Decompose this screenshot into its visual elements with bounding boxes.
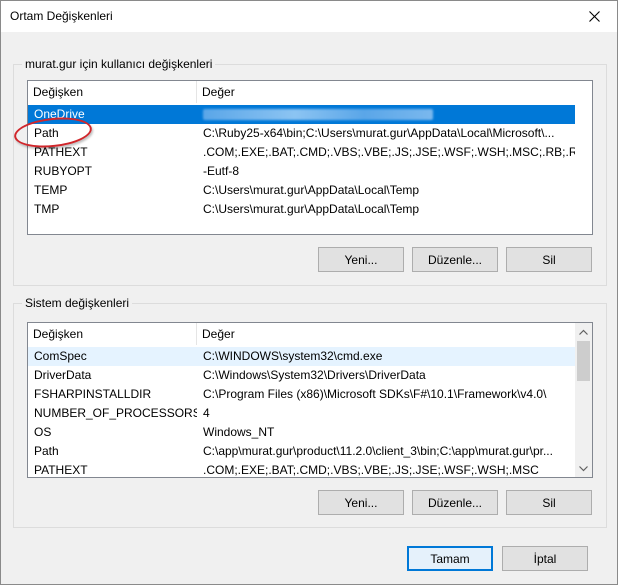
list-item-fsharpinstalldir[interactable]: FSHARPINSTALLDIR C:\Program Files (x86)\… — [28, 385, 575, 404]
scroll-thumb[interactable] — [577, 341, 590, 381]
column-header-value[interactable]: Değer — [197, 81, 592, 103]
variable-value: .COM;.EXE;.BAT;.CMD;.VBS;.VBE;.JS;.JSE;.… — [203, 145, 575, 159]
list-item-path[interactable]: Path C:\Ruby25-x64\bin;C:\Users\murat.gu… — [28, 124, 575, 143]
variable-value: C:\Windows\System32\Drivers\DriverData — [203, 368, 426, 382]
close-icon — [588, 11, 600, 22]
list-item-tmp[interactable]: TMP C:\Users\murat.gur\AppData\Local\Tem… — [28, 200, 575, 219]
variable-value: .COM;.EXE;.BAT;.CMD;.VBS;.VBE;.JS;.JSE;.… — [203, 463, 539, 477]
scroll-up-button[interactable] — [575, 323, 592, 340]
variable-value: 4 — [203, 406, 210, 420]
system-edit-button[interactable]: Düzenle... — [412, 490, 498, 515]
list-item-path[interactable]: Path C:\app\murat.gur\product\11.2.0\cli… — [28, 442, 575, 461]
variable-name: RUBYOPT — [34, 164, 93, 178]
user-variables-list[interactable]: Değişken Değer OneDrive Path C:\Ruby25-x… — [27, 80, 593, 235]
variable-value: C:\app\murat.gur\product\11.2.0\client_3… — [203, 444, 553, 458]
variable-value: C:\Users\murat.gur\AppData\Local\Temp — [203, 183, 420, 197]
user-edit-button[interactable]: Düzenle... — [412, 247, 498, 272]
system-new-button[interactable]: Yeni... — [318, 490, 404, 515]
vertical-scrollbar[interactable] — [575, 323, 592, 477]
window-title: Ortam Değişkenleri — [10, 9, 113, 23]
list-item-driverdata[interactable]: DriverData C:\Windows\System32\Drivers\D… — [28, 366, 575, 385]
variable-name: TEMP — [34, 183, 68, 197]
column-header-variable[interactable]: Değişken — [28, 81, 197, 103]
variable-value: -Eutf-8 — [203, 164, 240, 178]
list-item-pathext[interactable]: PATHEXT .COM;.EXE;.BAT;.CMD;.VBS;.VBE;.J… — [28, 143, 575, 162]
variable-value: C:\WINDOWS\system32\cmd.exe — [203, 349, 383, 363]
list-item-number-of-processors[interactable]: NUMBER_OF_PROCESSORS 4 — [28, 404, 575, 423]
variable-value: C:\Users\murat.gur\AppData\Local\Temp — [203, 202, 420, 216]
list-item-pathext[interactable]: PATHEXT .COM;.EXE;.BAT;.CMD;.VBS;.VBE;.J… — [28, 461, 575, 477]
user-list-header: Değişken Değer — [28, 81, 592, 103]
user-delete-button[interactable]: Sil — [506, 247, 592, 272]
close-button[interactable] — [571, 1, 617, 32]
variable-value: C:\Program Files (x86)\Microsoft SDKs\F#… — [203, 387, 547, 401]
list-item-comspec[interactable]: ComSpec C:\WINDOWS\system32\cmd.exe — [28, 347, 575, 366]
system-variables-list[interactable]: Değişken Değer ComSpec C:\WINDOWS\system… — [27, 322, 593, 478]
chevron-down-icon — [579, 465, 588, 471]
variable-value: C:\Ruby25-x64\bin;C:\Users\murat.gur\App… — [203, 126, 555, 140]
cancel-button[interactable]: İptal — [502, 546, 588, 571]
title-bar: Ortam Değişkenleri — [1, 1, 617, 32]
variable-name: OS — [34, 425, 52, 439]
variable-name: Path — [34, 444, 59, 458]
variable-value: Windows_NT — [203, 425, 275, 439]
list-item-os[interactable]: OS Windows_NT — [28, 423, 575, 442]
column-header-variable[interactable]: Değişken — [28, 323, 197, 345]
list-item-rubyopt[interactable]: RUBYOPT -Eutf-8 — [28, 162, 575, 181]
column-header-value[interactable]: Değer — [197, 323, 575, 345]
redacted-value — [203, 109, 433, 120]
variable-name: ComSpec — [34, 349, 87, 363]
ok-button[interactable]: Tamam — [407, 546, 493, 571]
variable-value — [197, 105, 575, 124]
variable-name: NUMBER_OF_PROCESSORS — [34, 406, 197, 420]
system-delete-button[interactable]: Sil — [506, 490, 592, 515]
scroll-down-button[interactable] — [575, 460, 592, 477]
variable-name: TMP — [34, 202, 60, 216]
user-new-button[interactable]: Yeni... — [318, 247, 404, 272]
list-item-onedrive[interactable]: OneDrive — [28, 105, 575, 124]
variable-name: FSHARPINSTALLDIR — [34, 387, 152, 401]
list-item-temp[interactable]: TEMP C:\Users\murat.gur\AppData\Local\Te… — [28, 181, 575, 200]
variable-name: PATHEXT — [34, 463, 88, 477]
variable-name: DriverData — [34, 368, 92, 382]
user-variables-label: murat.gur için kullanıcı değişkenleri — [22, 57, 216, 71]
system-list-header: Değişken Değer — [28, 323, 575, 345]
system-variables-label: Sistem değişkenleri — [22, 296, 133, 310]
chevron-up-icon — [579, 329, 588, 335]
environment-variables-dialog: Ortam Değişkenleri murat.gur için kullan… — [0, 0, 618, 585]
